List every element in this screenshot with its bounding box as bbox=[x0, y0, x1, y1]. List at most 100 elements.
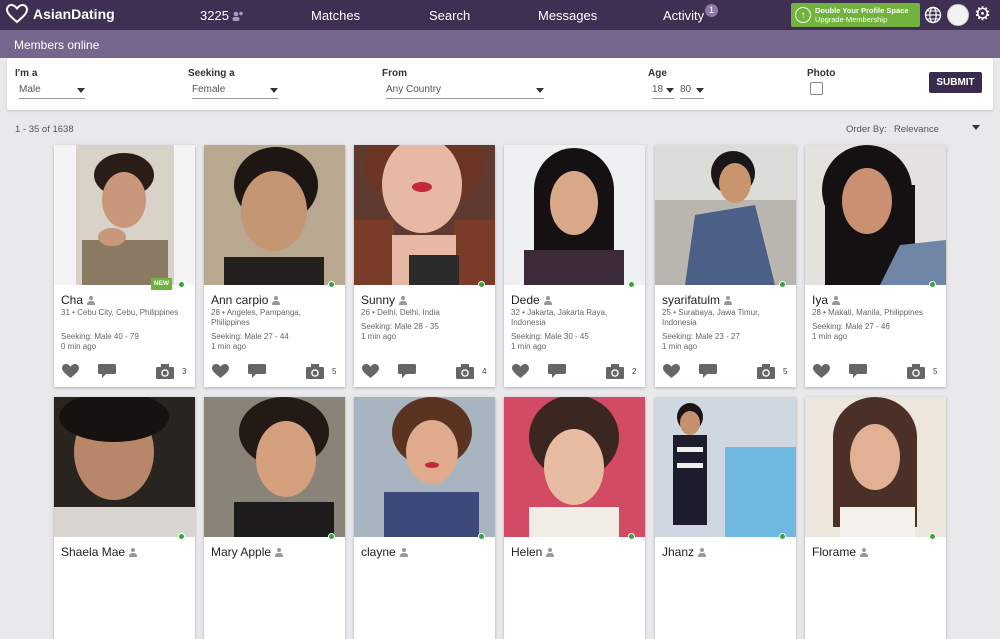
order-by-select[interactable]: Relevance bbox=[894, 124, 939, 135]
profile-name[interactable]: Florame bbox=[812, 545, 869, 559]
brand-logo[interactable]: AsianDating bbox=[6, 4, 115, 24]
photo-label: Photo bbox=[807, 68, 836, 79]
profile-photo[interactable] bbox=[805, 397, 946, 537]
profile-name-text: Jhanz bbox=[662, 545, 695, 559]
chat-icon[interactable] bbox=[699, 364, 717, 378]
profile-card[interactable]: Sunny 26 • Delhi, Delhi, India Seeking: … bbox=[354, 145, 495, 387]
heart-icon[interactable] bbox=[813, 364, 830, 378]
upgrade-button[interactable]: ↑ Double Your Profile Space Upgrade Memb… bbox=[791, 3, 920, 27]
profile-photo[interactable] bbox=[354, 397, 495, 537]
profile-seeking: Seeking: Male 40 - 79 bbox=[61, 332, 139, 341]
profile-photo[interactable] bbox=[54, 145, 195, 285]
age-label: Age bbox=[648, 68, 667, 79]
globe-icon[interactable] bbox=[924, 6, 942, 24]
profile-location: 28 • Makati, Manila, Philippines bbox=[812, 308, 923, 317]
heart-icon[interactable] bbox=[362, 364, 379, 378]
profile-name[interactable]: syarifatulm bbox=[662, 293, 733, 307]
profile-name[interactable]: Mary Apple bbox=[211, 545, 284, 559]
profile-photo[interactable] bbox=[54, 397, 195, 537]
profile-card[interactable]: Helen bbox=[504, 397, 645, 639]
camera-icon[interactable] bbox=[306, 364, 324, 379]
chevron-down-icon[interactable] bbox=[972, 125, 980, 130]
profile-name[interactable]: Helen bbox=[511, 545, 555, 559]
profile-photo[interactable] bbox=[204, 397, 345, 537]
country-select[interactable]: Any Country bbox=[386, 82, 544, 99]
nav-messages[interactable]: Messages bbox=[538, 8, 597, 23]
profile-card[interactable]: Florame bbox=[805, 397, 946, 639]
camera-icon[interactable] bbox=[606, 364, 624, 379]
person-icon bbox=[129, 547, 138, 557]
chat-icon[interactable] bbox=[548, 364, 566, 378]
photo-checkbox[interactable] bbox=[810, 82, 823, 95]
chat-icon[interactable] bbox=[849, 364, 867, 378]
camera-icon[interactable] bbox=[456, 364, 474, 379]
profile-card[interactable]: NEW Cha 31 • Cebu City, Cebu, Philippine… bbox=[54, 145, 195, 387]
online-indicator bbox=[328, 533, 335, 540]
profile-name[interactable]: Shaela Mae bbox=[61, 545, 138, 559]
profile-card[interactable]: Dede 32 • Jakarta, Jakarta Raya, Indones… bbox=[504, 145, 645, 387]
profile-name[interactable]: Ann carpio bbox=[211, 293, 281, 307]
profile-card[interactable]: Ann carpio 28 • Angeles, Pampanga, Phili… bbox=[204, 145, 345, 387]
user-avatar[interactable] bbox=[947, 4, 969, 26]
profile-photo[interactable] bbox=[354, 145, 495, 285]
heart-icon[interactable] bbox=[212, 364, 229, 378]
chat-icon[interactable] bbox=[98, 364, 116, 378]
heart-icon[interactable] bbox=[663, 364, 680, 378]
person-icon bbox=[543, 295, 552, 305]
online-indicator bbox=[929, 533, 936, 540]
profile-location: 32 • Jakarta, Jakarta Raya, Indonesia bbox=[511, 308, 608, 327]
age-min-select[interactable]: 18 bbox=[652, 82, 674, 99]
arrow-up-icon: ↑ bbox=[795, 7, 811, 23]
search-filter-bar: I'm a Male Seeking a Female From Any Cou… bbox=[7, 58, 993, 110]
person-icon bbox=[399, 295, 408, 305]
profile-card[interactable]: syarifatulm 25 • Surabaya, Jawa Timur, I… bbox=[655, 145, 796, 387]
im-a-label: I'm a bbox=[15, 68, 38, 79]
from-label: From bbox=[382, 68, 407, 79]
nav-search[interactable]: Search bbox=[429, 8, 470, 23]
profile-photo[interactable] bbox=[805, 145, 946, 285]
profile-name[interactable]: Iya bbox=[812, 293, 841, 307]
im-a-select[interactable]: Male bbox=[19, 82, 85, 99]
person-icon bbox=[272, 295, 281, 305]
age-max-value: 80 bbox=[680, 84, 692, 95]
gear-icon[interactable]: ⚙ bbox=[974, 5, 991, 25]
profile-photo[interactable] bbox=[655, 145, 796, 285]
new-badge: NEW bbox=[151, 278, 172, 290]
profile-name[interactable]: clayne bbox=[361, 545, 408, 559]
profile-card[interactable]: Jhanz bbox=[655, 397, 796, 639]
profile-name[interactable]: Cha bbox=[61, 293, 96, 307]
profile-photo[interactable] bbox=[655, 397, 796, 537]
profile-location: 28 • Angeles, Pampanga, Philippines bbox=[211, 308, 301, 327]
profile-card[interactable]: Mary Apple bbox=[204, 397, 345, 639]
heart-icon[interactable] bbox=[512, 364, 529, 378]
chat-icon[interactable] bbox=[398, 364, 416, 378]
camera-icon[interactable] bbox=[757, 364, 775, 379]
camera-icon[interactable] bbox=[156, 364, 174, 379]
nav-matches[interactable]: Matches bbox=[311, 8, 360, 23]
profile-photo[interactable] bbox=[504, 145, 645, 285]
profile-card[interactable]: Shaela Mae bbox=[54, 397, 195, 639]
profile-card[interactable]: clayne bbox=[354, 397, 495, 639]
nav-activity[interactable]: Activity bbox=[663, 8, 704, 23]
profile-photo[interactable] bbox=[504, 397, 645, 537]
profile-name[interactable]: Dede bbox=[511, 293, 552, 307]
online-indicator bbox=[478, 281, 485, 288]
profile-location: 25 • Surabaya, Jawa Timur, Indonesia bbox=[662, 308, 760, 327]
camera-icon[interactable] bbox=[907, 364, 925, 379]
profile-seeking: Seeking: Male 30 - 45 bbox=[511, 332, 589, 341]
person-icon bbox=[832, 295, 841, 305]
submit-button[interactable]: SUBMIT bbox=[929, 72, 982, 93]
heart-icon[interactable] bbox=[62, 364, 79, 378]
profile-name[interactable]: Sunny bbox=[361, 293, 408, 307]
member-count[interactable]: 3225 bbox=[200, 8, 244, 23]
chat-icon[interactable] bbox=[248, 364, 266, 378]
photo-count: 3 bbox=[182, 367, 187, 376]
age-max-select[interactable]: 80 bbox=[680, 82, 704, 99]
photo-count: 5 bbox=[783, 367, 788, 376]
profile-photo[interactable] bbox=[204, 145, 345, 285]
profile-name[interactable]: Jhanz bbox=[662, 545, 707, 559]
seeking-select[interactable]: Female bbox=[192, 82, 278, 99]
profile-name-text: Helen bbox=[511, 545, 543, 559]
person-icon bbox=[275, 547, 284, 557]
profile-card[interactable]: Iya 28 • Makati, Manila, Philippines See… bbox=[805, 145, 946, 387]
